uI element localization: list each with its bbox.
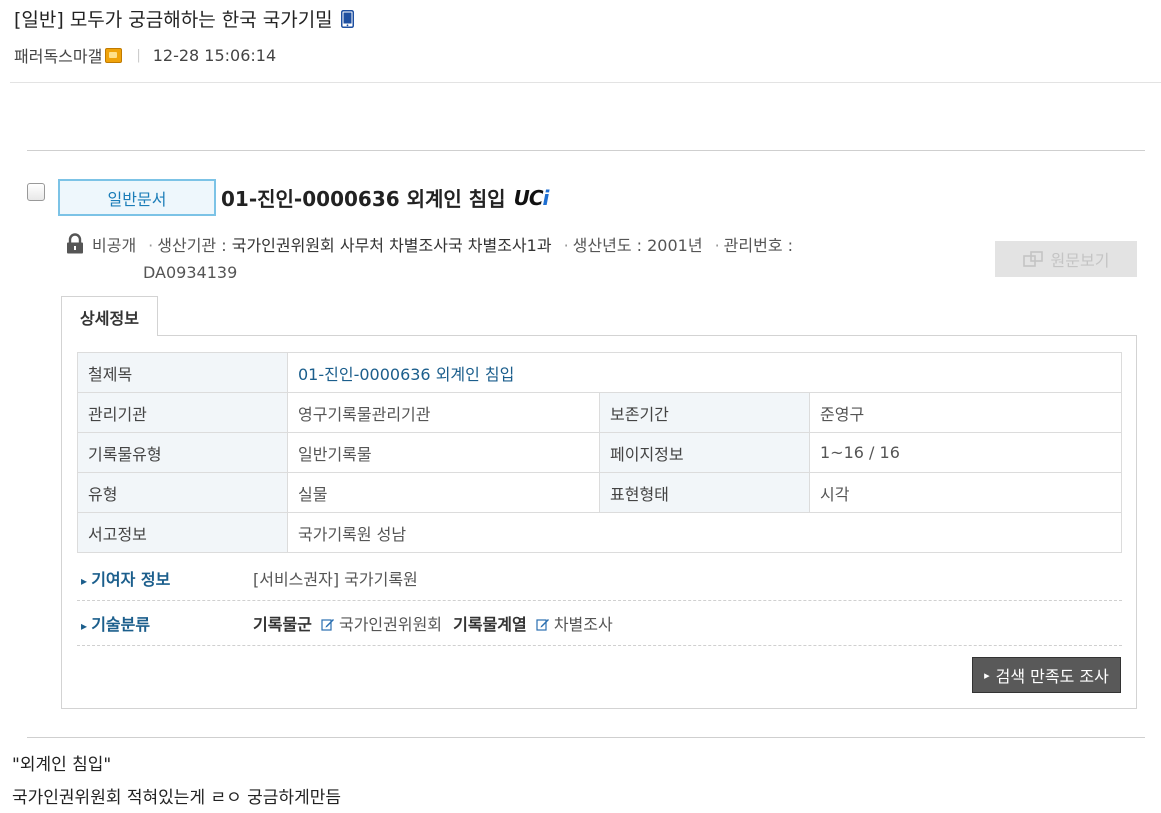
expression-value: 시각: [809, 472, 1122, 513]
content-bottom-divider: [27, 737, 1145, 738]
uci-logo-u: U: [513, 185, 530, 210]
post-meta: 패러독스마갤 | 12-28 15:06:14: [14, 43, 276, 67]
survey-button[interactable]: 검색 만족도 조사: [972, 657, 1121, 693]
file-title-label: 철제목: [77, 352, 288, 393]
survey-button-label: 검색 만족도 조사: [995, 667, 1109, 686]
mobile-icon: [340, 9, 354, 28]
retention-label: 보존기간: [599, 392, 810, 433]
table-row: 서고정보 국가기록원 성남: [77, 512, 1122, 553]
author-name[interactable]: 패러독스마갤: [14, 43, 102, 67]
producer-label: 생산기관 :: [157, 236, 227, 255]
record-title-text[interactable]: 01-진인-0000636 외계인 침입: [221, 183, 506, 212]
agency-label: 관리기관: [77, 392, 288, 433]
location-value: 국가기록원 성남: [287, 512, 1122, 553]
post-body-line-2: 국가인권위원회 적혀있는게 ㄹㅇ 궁금하게만듬: [12, 788, 342, 808]
details-table: 철제목 01-진인-0000636 외계인 침입 관리기관 영구기록물관리기관 …: [77, 352, 1122, 553]
classification-row: 기술분류 기록물군 국가인권위원회 기록물계열 차별조사: [77, 601, 1122, 646]
uci-logo: UCi: [513, 185, 550, 210]
post-body-line-1: "외계인 침입": [12, 755, 112, 775]
class-series-value: 차별조사: [553, 615, 613, 634]
table-row: 관리기관 영구기록물관리기관 보존기간 준영구: [77, 392, 1122, 433]
table-row: 유형 실물 표현형태 시각: [77, 472, 1122, 513]
lock-icon: [67, 233, 83, 254]
uci-logo-c: C: [528, 185, 544, 210]
class-group-label: 기록물군: [253, 615, 312, 634]
page-info-value: 1~16 / 16: [809, 432, 1122, 473]
table-row: 기록물유형 일반기록물 페이지정보 1~16 / 16: [77, 432, 1122, 473]
pen-icon[interactable]: [536, 617, 550, 631]
mgmt-number: DA0934139: [143, 263, 238, 282]
uci-logo-i: i: [542, 185, 550, 210]
table-row: 철제목 01-진인-0000636 외계인 침입: [77, 352, 1122, 393]
record-type-label: 기록물유형: [77, 432, 288, 473]
file-title-value: 01-진인-0000636 외계인 침입: [287, 352, 1122, 393]
producer-value: 국가인권위원회 사무처 차별조사국 차별조사1과: [231, 236, 552, 255]
post-title-text: [일반] 모두가 궁금해하는 한국 국가기밀: [14, 9, 333, 31]
view-original-label: 원문보기: [1050, 251, 1110, 270]
select-checkbox[interactable]: [27, 183, 45, 201]
doc-type-badge: 일반문서: [58, 179, 216, 216]
post-datetime: 12-28 15:06:14: [152, 45, 277, 65]
record-info-line: 비공개 · 생산기관 : 국가인권위원회 사무처 차별조사국 차별조사1과 · 생산년도…: [92, 236, 794, 255]
contributor-value: [서비스권자] 국가기록원: [253, 570, 418, 589]
contributor-row: 기여자 정보 [서비스권자] 국가기록원: [77, 556, 1122, 601]
retention-value: 준영구: [809, 392, 1122, 433]
page-info-label: 페이지정보: [599, 432, 810, 473]
header-divider: [10, 82, 1161, 83]
meta-separator: |: [136, 47, 141, 63]
classification-value: 기록물군 국가인권위원회 기록물계열 차별조사: [253, 611, 613, 635]
agency-value: 영구기록물관리기관: [287, 392, 600, 433]
frame-icon: [1022, 251, 1043, 267]
location-label: 서고정보: [77, 512, 288, 553]
post-title: [일반] 모두가 궁금해하는 한국 국가기밀: [14, 5, 354, 32]
record-title[interactable]: 01-진인-0000636 외계인 침입 UCi: [221, 183, 550, 212]
content-top-divider: [27, 150, 1145, 151]
classification-label[interactable]: 기술분류: [77, 611, 253, 635]
mgmt-label: 관리번호 :: [723, 236, 794, 255]
level-badge-icon: [105, 47, 123, 63]
class-group-value: 국가인권위원회: [338, 615, 443, 634]
expression-label: 표현형태: [599, 472, 810, 513]
contributor-label[interactable]: 기여자 정보: [77, 566, 253, 590]
record-type-value: 일반기록물: [287, 432, 600, 473]
tab-details[interactable]: 상세정보: [61, 296, 158, 336]
year-value: 2001년: [647, 236, 703, 255]
access-status: 비공개: [92, 236, 137, 255]
form-label: 유형: [77, 472, 288, 513]
form-value: 실물: [287, 472, 600, 513]
pen-icon[interactable]: [321, 617, 335, 631]
view-original-button[interactable]: 원문보기: [995, 241, 1137, 277]
year-label: 생산년도 :: [572, 236, 643, 255]
class-series-label: 기록물계열: [453, 615, 527, 634]
